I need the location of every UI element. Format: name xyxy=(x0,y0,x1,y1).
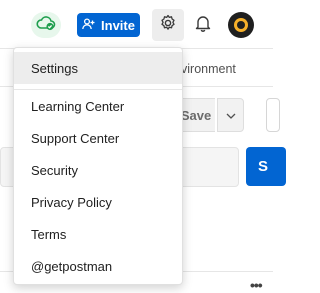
gear-icon xyxy=(159,14,177,37)
chevron-down-icon xyxy=(226,106,236,124)
menu-item-label: Terms xyxy=(31,226,67,242)
settings-button[interactable] xyxy=(152,9,184,41)
invite-label: Invite xyxy=(101,17,135,33)
menu-item-support-center[interactable]: Support Center xyxy=(14,122,182,154)
menu-item-label: @getpostman xyxy=(31,258,113,274)
top-header: Invite xyxy=(0,0,273,49)
user-avatar[interactable] xyxy=(228,12,254,38)
environment-tab-label[interactable]: vironment xyxy=(181,62,236,76)
menu-item-label: Learning Center xyxy=(31,98,125,114)
notifications-button[interactable] xyxy=(192,14,214,36)
menu-item-privacy-policy[interactable]: Privacy Policy xyxy=(14,186,182,218)
bell-icon xyxy=(195,14,211,37)
share-button[interactable] xyxy=(266,98,280,132)
more-options-button[interactable]: ••• xyxy=(250,278,272,292)
add-user-icon xyxy=(82,17,95,33)
menu-item-settings[interactable]: Settings xyxy=(14,52,182,84)
sync-status-button[interactable] xyxy=(31,12,61,38)
menu-item-terms[interactable]: Terms xyxy=(14,218,182,250)
menu-item-getpostman[interactable]: @getpostman xyxy=(14,250,182,282)
settings-menu: Settings Learning Center Support Center … xyxy=(13,47,183,285)
menu-item-label: Support Center xyxy=(31,130,120,146)
menu-item-security[interactable]: Security xyxy=(14,154,182,186)
invite-button[interactable]: Invite xyxy=(77,13,140,37)
menu-item-label: Privacy Policy xyxy=(31,194,112,210)
avatar-core xyxy=(237,21,245,29)
menu-item-label: Settings xyxy=(31,60,78,76)
menu-item-label: Security xyxy=(31,162,78,178)
menu-item-learning-center[interactable]: Learning Center xyxy=(14,90,182,122)
avatar-ring xyxy=(234,18,248,32)
cloud-check-icon xyxy=(36,15,56,36)
save-options-button[interactable] xyxy=(217,98,244,132)
send-label: S xyxy=(258,158,269,175)
send-button[interactable]: S xyxy=(246,147,286,186)
